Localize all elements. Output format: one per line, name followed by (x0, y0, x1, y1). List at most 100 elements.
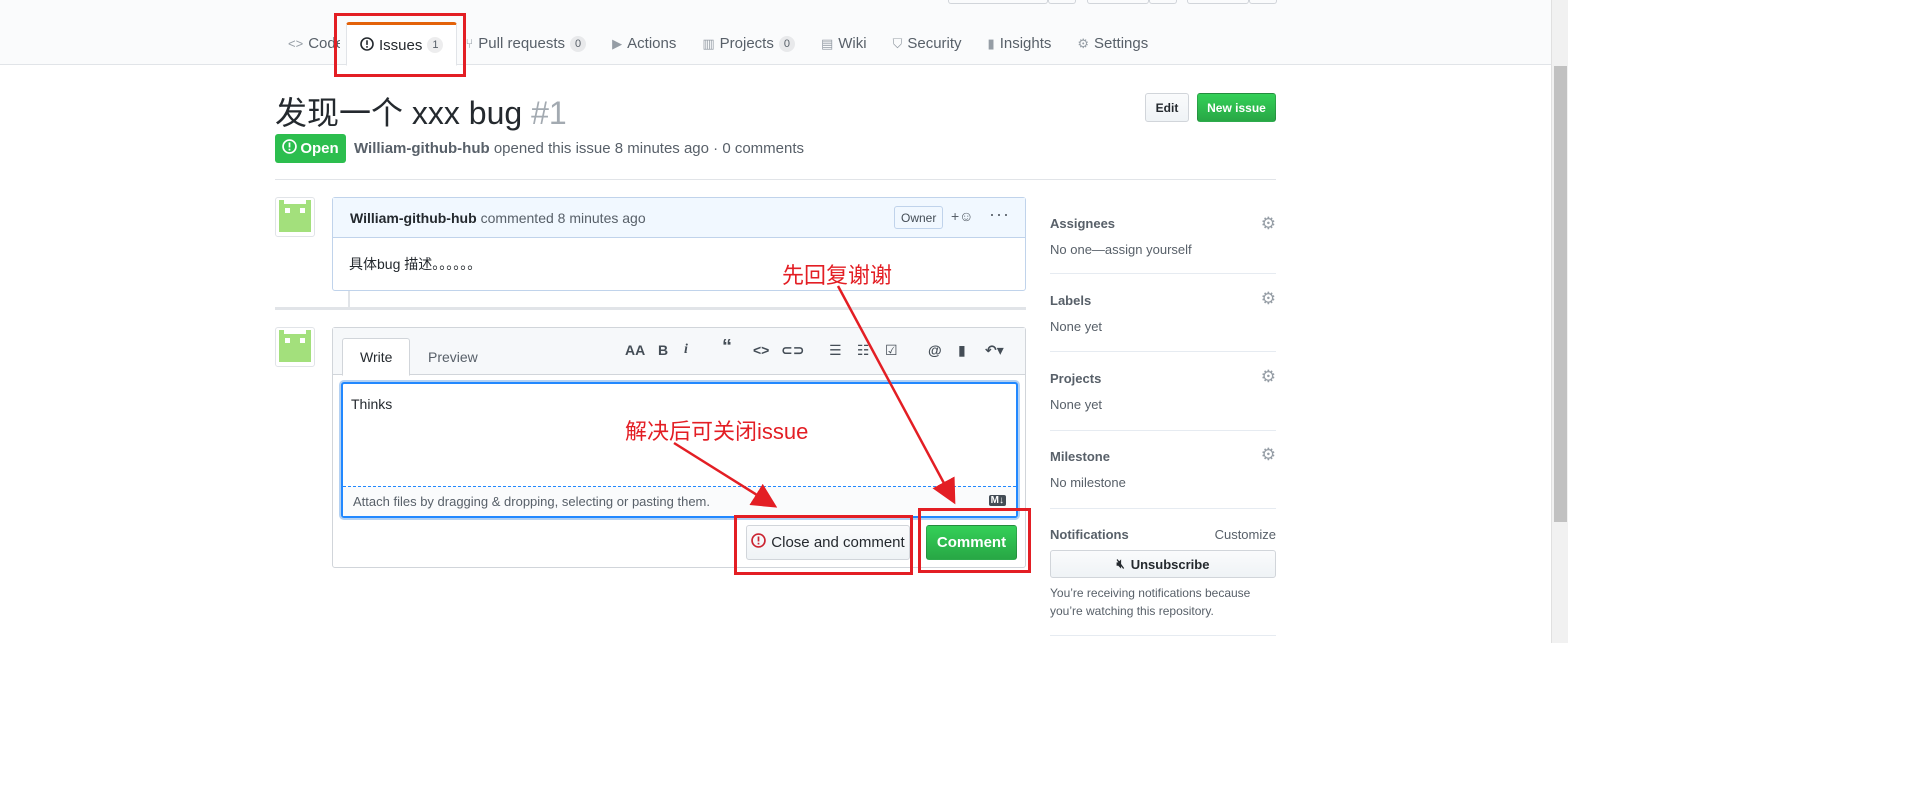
tab-label: Insights (999, 35, 1052, 52)
comment-author-link[interactable]: William-github-hub (350, 210, 477, 226)
unsubscribe-label: Unsubscribe (1130, 556, 1210, 572)
sidebar-bottom-divider (1050, 635, 1276, 636)
issue-author-link[interactable]: William-github-hub (354, 140, 490, 157)
status-badge: Open (275, 134, 346, 163)
tab-label: Actions (627, 35, 677, 52)
sidebar-title: Labels (1050, 293, 1092, 308)
comment-header: William-github-hub commented 8 minutes a… (333, 198, 1025, 238)
issue-meta-text: opened this issue 8 minutes ago · 0 comm… (493, 140, 805, 157)
quote-icon[interactable]: “ (722, 336, 732, 359)
gear-icon[interactable]: ⚙ (1261, 445, 1276, 465)
avatar[interactable] (275, 197, 315, 237)
customize-link[interactable]: Customize (1215, 527, 1276, 542)
gear-icon: ⚙ (1077, 35, 1090, 51)
sidebar-value: None yet (1050, 319, 1103, 334)
scrollbar-thumb[interactable] (1554, 66, 1567, 522)
star-count[interactable] (1149, 0, 1177, 4)
ordered-list-icon[interactable]: ☷ (857, 342, 870, 359)
git-pull-request-icon: ⑂ (465, 36, 474, 51)
header-divider (275, 179, 1276, 180)
annotation-box-comment (918, 508, 1031, 573)
timeline-connector (348, 291, 350, 307)
tab-label: Wiki (838, 35, 867, 52)
annotation-box-issues-tab (334, 13, 466, 77)
tab-security[interactable]: ⛉ Security (880, 22, 975, 65)
task-list-icon[interactable]: ☑ (885, 342, 898, 359)
add-reaction-icon[interactable]: +☺ (951, 208, 973, 224)
new-issue-button[interactable]: New issue (1197, 93, 1276, 122)
tab-projects[interactable]: ▥ Projects 0 (689, 22, 808, 65)
fork-count[interactable] (1249, 0, 1277, 4)
tab-settings[interactable]: ⚙ Settings (1064, 22, 1161, 65)
tab-code[interactable]: <> Code (288, 22, 340, 65)
sidebar-title: Assignees (1050, 216, 1116, 231)
watch-button[interactable] (948, 0, 1048, 4)
attach-files-area[interactable]: Attach files by dragging & dropping, sel… (343, 486, 1016, 516)
notification-reason: You’re receiving notifications because y… (1050, 586, 1251, 618)
tab-preview[interactable]: Preview (411, 338, 495, 376)
kebab-menu-icon[interactable]: ··· (989, 204, 1010, 225)
gear-icon[interactable]: ⚙ (1261, 367, 1276, 387)
gear-icon[interactable]: ⚙ (1261, 214, 1276, 234)
projects-counter: 0 (778, 35, 795, 52)
editor-tabs-bar: Write Preview AA B i “ <> ⊂⊃ ☰ ☷ ☑ @ ▮ ↶… (333, 328, 1025, 376)
pulls-counter: 0 (570, 35, 587, 52)
reply-dropdown-icon[interactable]: ↶▾ (985, 342, 1004, 359)
graph-icon: ▮ (987, 35, 995, 51)
avatar[interactable] (275, 327, 315, 367)
gear-icon[interactable]: ⚙ (1261, 289, 1276, 309)
tab-label: Pull requests (478, 35, 566, 52)
issue-title: 发现一个 xxx bug #1 (275, 88, 567, 134)
sidebar-notifications-header: Notifications Customize (1050, 509, 1276, 543)
fork-button[interactable] (1187, 0, 1249, 4)
annotation-close-after: 解决后可关闭issue (625, 419, 809, 444)
book-icon: ▤ (820, 35, 834, 51)
sidebar-title: Projects (1050, 371, 1102, 386)
timeline-end-divider (275, 307, 1026, 310)
tab-label: Projects (719, 35, 774, 52)
tab-insights[interactable]: ▮ Insights (975, 22, 1065, 65)
watch-count[interactable] (1048, 0, 1076, 4)
mute-icon: 🔇︎ (1116, 556, 1125, 571)
issue-opened-icon (282, 139, 298, 158)
tab-label: Security (907, 35, 962, 52)
unsubscribe-button[interactable]: 🔇︎ Unsubscribe (1050, 550, 1276, 578)
comment-textarea[interactable]: Thinks Attach files by dragging & droppi… (341, 382, 1018, 518)
project-icon: ▥ (702, 35, 715, 51)
repo-header: <> Code Issues 1 ⑂ Pull requests 0 ▶ Act… (0, 0, 1568, 66)
assign-yourself-link[interactable]: No one—assign yourself (1050, 242, 1192, 257)
comment-body: 具体bug 描述。。。。。。 (349, 256, 482, 272)
attach-hint: Attach files by dragging & dropping, sel… (353, 494, 710, 509)
issue-title-text: 发现一个 xxx bug (275, 95, 523, 131)
code-icon[interactable]: <> (753, 342, 769, 358)
sidebar-labels: Labels ⚙ None yet (1050, 274, 1276, 352)
sidebar-value: None yet (1050, 397, 1103, 412)
link-icon[interactable]: ⊂⊃ (781, 342, 804, 359)
owner-badge: Owner (894, 206, 944, 229)
markdown-icon[interactable]: M↓ (988, 495, 1006, 506)
tab-label: Settings (1094, 35, 1149, 52)
tab-actions[interactable]: ▶ Actions (599, 22, 689, 65)
edit-button[interactable]: Edit (1145, 93, 1189, 122)
bold-icon[interactable]: B (658, 342, 668, 358)
scrollbar[interactable] (1551, 0, 1568, 643)
comment-meta[interactable]: commented 8 minutes ago (481, 210, 646, 226)
sidebar-assignees: Assignees ⚙ No one—assign yourself (1050, 197, 1276, 274)
header-text-icon[interactable]: AA (625, 342, 645, 358)
italic-icon[interactable]: i (684, 342, 688, 358)
saved-reply-icon[interactable]: ▮ (958, 342, 966, 359)
tab-pull-requests[interactable]: ⑂ Pull requests 0 (463, 22, 599, 65)
mention-icon[interactable]: @ (928, 342, 942, 358)
sidebar-value: No milestone (1050, 475, 1126, 490)
star-button[interactable] (1087, 0, 1149, 4)
sidebar-title: Milestone (1050, 449, 1110, 464)
annotation-reply-first: 先回复谢谢 (782, 263, 893, 288)
play-icon: ▶ (612, 35, 623, 51)
shield-icon: ⛉ (892, 35, 903, 51)
tab-write[interactable]: Write (342, 338, 411, 376)
issue-meta: William-github-hub opened this issue 8 m… (354, 140, 804, 157)
tab-wiki[interactable]: ▤ Wiki (808, 22, 880, 65)
sidebar-projects: Projects ⚙ None yet (1050, 352, 1276, 431)
unordered-list-icon[interactable]: ☰ (829, 342, 842, 359)
annotation-box-close (734, 515, 913, 575)
